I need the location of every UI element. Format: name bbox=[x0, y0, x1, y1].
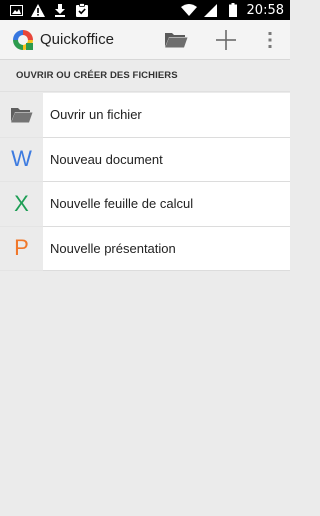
list-item-label: Ouvrir un fichier bbox=[43, 93, 290, 138]
spreadsheet-icon: X bbox=[14, 190, 29, 216]
section-header: OUVRIR OU CRÉER DES FICHIERS bbox=[0, 60, 290, 92]
list-item-icon: P bbox=[0, 226, 43, 271]
app-title: Quickoffice bbox=[40, 31, 114, 48]
clipboard-check-icon bbox=[74, 2, 90, 18]
download-icon bbox=[52, 2, 68, 18]
folder-icon bbox=[11, 107, 33, 123]
signal-icon bbox=[203, 2, 219, 18]
status-notifications bbox=[8, 2, 90, 18]
word-document-icon: W bbox=[11, 146, 32, 172]
wifi-icon bbox=[180, 2, 197, 18]
app-bar: Quickoffice bbox=[0, 20, 290, 60]
add-button[interactable] bbox=[204, 20, 248, 60]
list-item-new-spreadsheet[interactable]: X Nouvelle feuille de calcul bbox=[0, 182, 290, 227]
list-item-label: Nouvelle feuille de calcul bbox=[43, 182, 290, 227]
open-folder-button[interactable] bbox=[154, 20, 198, 60]
image-icon bbox=[8, 2, 24, 18]
list-item-label: Nouveau document bbox=[43, 138, 290, 182]
overflow-menu-icon bbox=[268, 31, 272, 48]
list-item-icon: W bbox=[0, 137, 43, 182]
folder-icon bbox=[165, 33, 188, 48]
list-item-label: Nouvelle présentation bbox=[43, 227, 290, 271]
battery-icon bbox=[225, 2, 241, 18]
overflow-menu-button[interactable] bbox=[250, 20, 290, 60]
status-bar: 20:58 bbox=[0, 0, 290, 20]
list-item-new-presentation[interactable]: P Nouvelle présentation bbox=[0, 226, 290, 271]
quickoffice-logo-icon bbox=[13, 29, 33, 50]
list-item-icon: X bbox=[0, 182, 43, 227]
warning-icon bbox=[30, 2, 46, 18]
add-icon bbox=[216, 29, 236, 50]
list-item-open-file[interactable]: Ouvrir un fichier bbox=[0, 93, 290, 138]
status-system: 20:58 bbox=[180, 2, 284, 18]
status-time: 20:58 bbox=[246, 2, 284, 18]
presentation-icon: P bbox=[14, 235, 29, 261]
file-actions-list: Ouvrir un fichier W Nouveau document X N… bbox=[0, 93, 290, 271]
list-item-new-document[interactable]: W Nouveau document bbox=[0, 137, 290, 182]
list-item-icon bbox=[0, 93, 43, 138]
app-actions bbox=[154, 20, 290, 60]
